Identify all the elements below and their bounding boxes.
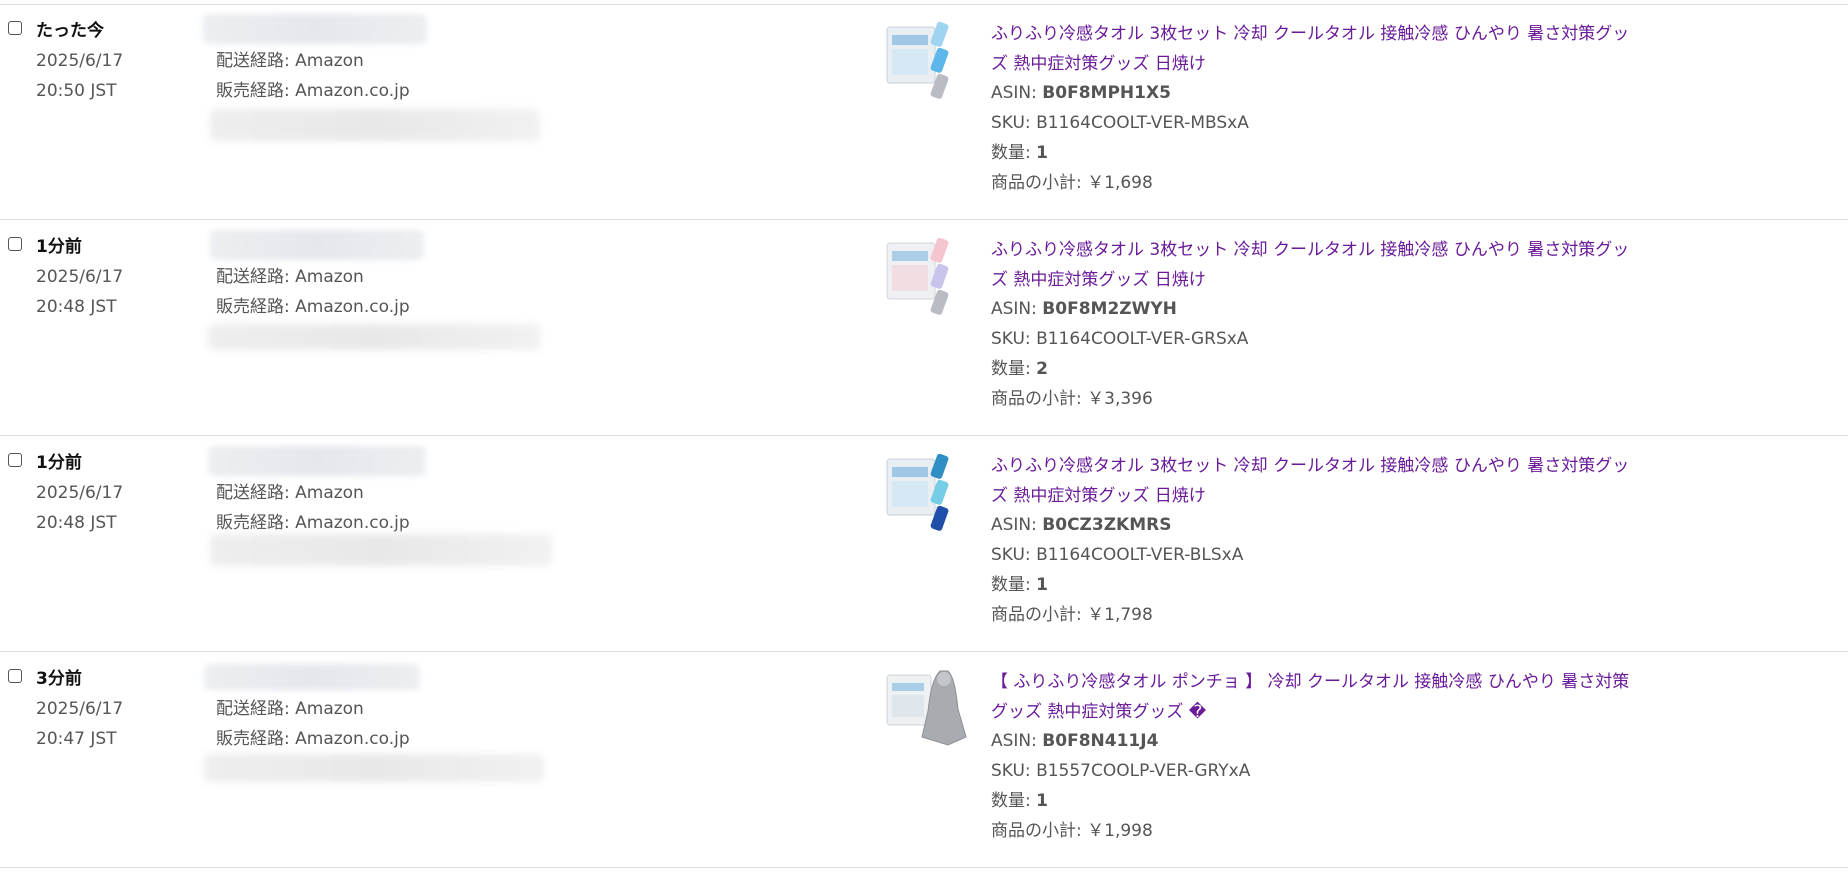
sales-route: 販売経路: Amazon.co.jp [216,297,410,317]
subtotal-label: 商品の小計: [991,173,1088,193]
subtotal-line: 商品の小計: ￥3,396 [991,387,1153,411]
subtotal-line: 商品の小計: ￥1,698 [991,171,1153,195]
sku-value: B1557COOLP-VER-GRYxA [1036,761,1251,781]
product-thumbnail[interactable] [886,449,968,533]
product-title-link[interactable]: ふりふり冷感タオル 3枚セット 冷却 クールタオル 接触冷感 ひんやり 暑さ対策… [991,235,1631,295]
order-date: 2025/6/17 [36,51,124,71]
product-thumbnail[interactable] [886,17,968,101]
subtotal-value: ￥3,396 [1087,389,1153,409]
sales-route: 販売経路: Amazon.co.jp [216,729,410,749]
asin-value: B0F8MPH1X5 [1042,83,1171,103]
sku-line: SKU: B1164COOLT-VER-GRSxA [991,327,1248,351]
quantity-label: 数量: [991,575,1037,595]
quantity-value: 1 [1036,791,1048,811]
sku-label: SKU: [991,761,1037,781]
shipping-route: 配送経路: Amazon [216,51,364,71]
row-checkbox[interactable] [8,669,22,683]
quantity-label: 数量: [991,359,1037,379]
order-list: たった今 2025/6/17 20:50 JST 配送経路: Amazon 販売… [0,0,1848,873]
subtotal-value: ￥1,698 [1087,173,1153,193]
order-time: 20:48 JST [36,513,117,533]
product-thumbnail[interactable] [886,233,968,317]
sku-value: B1164COOLT-VER-BLSxA [1036,545,1244,565]
row-checkbox[interactable] [8,21,22,35]
quantity-line: 数量: 1 [991,141,1048,165]
quantity-value: 1 [1036,575,1048,595]
row-checkbox[interactable] [8,453,22,467]
subtotal-value: ￥1,798 [1087,605,1153,625]
subtotal-label: 商品の小計: [991,821,1088,841]
sales-route: 販売経路: Amazon.co.jp [216,81,410,101]
redacted-block-top [203,14,427,44]
order-date: 2025/6/17 [36,267,124,287]
order-row: 1分前 2025/6/17 20:48 JST 配送経路: Amazon 販売経… [0,221,1848,436]
asin-line: ASIN: B0F8N411J4 [991,729,1158,753]
order-time: 20:48 JST [36,297,117,317]
product-title-link[interactable]: 【 ふりふり冷感タオル ポンチョ 】 冷却 クールタオル 接触冷感 ひんやり 暑… [991,667,1631,727]
subtotal-label: 商品の小計: [991,605,1088,625]
redacted-block-top [208,446,426,476]
asin-value: B0F8N411J4 [1042,731,1159,751]
asin-label: ASIN: [991,299,1043,319]
sku-label: SKU: [991,113,1037,133]
order-time: 20:50 JST [36,81,117,101]
quantity-label: 数量: [991,143,1037,163]
product-title-link[interactable]: ふりふり冷感タオル 3枚セット 冷却 クールタオル 接触冷感 ひんやり 暑さ対策… [991,451,1631,511]
redacted-block-bottom [210,109,540,141]
redacted-block-bottom [208,324,540,350]
asin-label: ASIN: [991,83,1043,103]
shipping-route: 配送経路: Amazon [216,699,364,719]
sku-line: SKU: B1164COOLT-VER-BLSxA [991,543,1243,567]
order-date: 2025/6/17 [36,699,124,719]
asin-label: ASIN: [991,731,1043,751]
asin-value: B0CZ3ZKMRS [1042,515,1172,535]
sku-line: SKU: B1164COOLT-VER-MBSxA [991,111,1249,135]
order-time: 20:47 JST [36,729,117,749]
shipping-route: 配送経路: Amazon [216,267,364,287]
asin-value: B0F8M2ZWYH [1042,299,1177,319]
subtotal-label: 商品の小計: [991,389,1088,409]
row-checkbox[interactable] [8,237,22,251]
sku-label: SKU: [991,329,1037,349]
subtotal-line: 商品の小計: ￥1,798 [991,603,1153,627]
order-row: 3分前 2025/6/17 20:47 JST 配送経路: Amazon 販売経… [0,653,1848,868]
order-date: 2025/6/17 [36,483,124,503]
relative-time: 3分前 [36,669,82,689]
quantity-line: 数量: 1 [991,789,1048,813]
quantity-line: 数量: 1 [991,573,1048,597]
subtotal-value: ￥1,998 [1087,821,1153,841]
sku-label: SKU: [991,545,1037,565]
quantity-value: 1 [1036,143,1048,163]
redacted-block-top [204,664,420,690]
order-row: たった今 2025/6/17 20:50 JST 配送経路: Amazon 販売… [0,5,1848,220]
sku-value: B1164COOLT-VER-MBSxA [1036,113,1249,133]
sku-value: B1164COOLT-VER-GRSxA [1036,329,1249,349]
relative-time: たった今 [36,21,104,41]
relative-time: 1分前 [36,237,82,257]
asin-label: ASIN: [991,515,1043,535]
quantity-label: 数量: [991,791,1037,811]
quantity-line: 数量: 2 [991,357,1048,381]
asin-line: ASIN: B0F8MPH1X5 [991,81,1171,105]
subtotal-line: 商品の小計: ￥1,998 [991,819,1153,843]
asin-line: ASIN: B0CZ3ZKMRS [991,513,1171,537]
shipping-route: 配送経路: Amazon [216,483,364,503]
product-title-link[interactable]: ふりふり冷感タオル 3枚セット 冷却 クールタオル 接触冷感 ひんやり 暑さ対策… [991,19,1631,79]
asin-line: ASIN: B0F8M2ZWYH [991,297,1177,321]
quantity-value: 2 [1036,359,1048,379]
relative-time: 1分前 [36,453,82,473]
sku-line: SKU: B1557COOLP-VER-GRYxA [991,759,1250,783]
order-row: 1分前 2025/6/17 20:48 JST 配送経路: Amazon 販売経… [0,437,1848,652]
redacted-block-bottom [204,754,544,782]
product-thumbnail[interactable] [886,665,968,749]
sales-route: 販売経路: Amazon.co.jp [216,513,410,533]
redacted-block-top [210,230,424,260]
redacted-block-bottom [210,534,552,566]
